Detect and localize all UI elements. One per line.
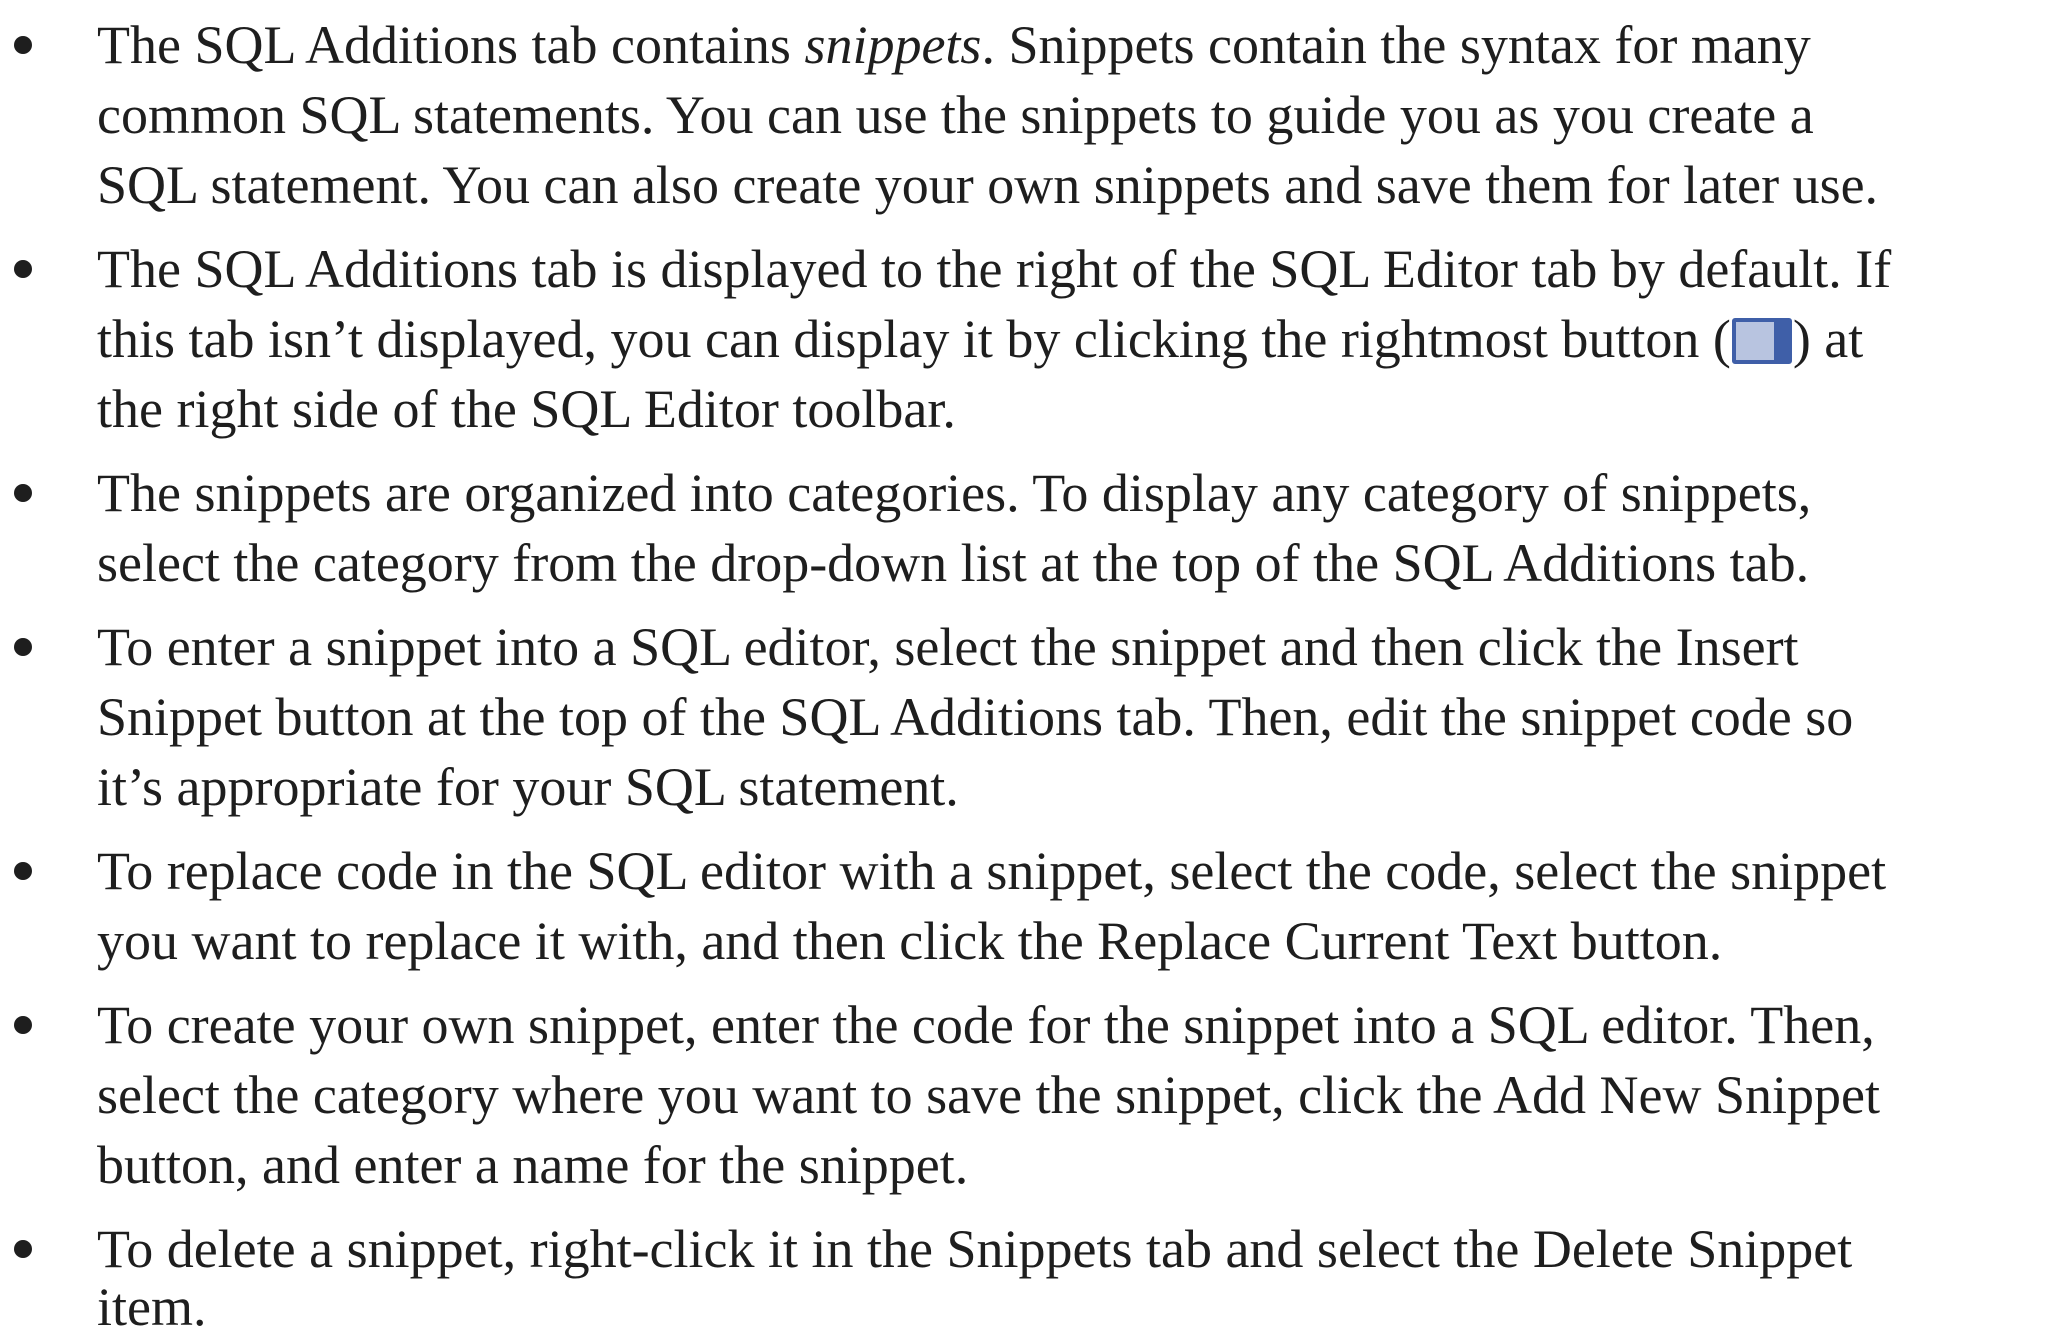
text-line: The SQL Additions tab is displayed to th… xyxy=(97,239,1892,299)
text-line: SQL statement. You can also create your … xyxy=(97,155,1879,215)
text-line: the right side of the SQL Editor toolbar… xyxy=(97,379,956,439)
bullet-point xyxy=(14,36,32,54)
bullet-point xyxy=(14,1016,32,1034)
text-line: Snippet button at the top of the SQL Add… xyxy=(97,687,1854,747)
text-line: it’s appropriate for your SQL statement. xyxy=(97,757,959,817)
text-line: To delete a snippet, right-click it in t… xyxy=(97,1219,1853,1279)
text-line: To replace code in the SQL editor with a… xyxy=(97,841,1887,901)
text-line: To enter a snippet into a SQL editor, se… xyxy=(97,617,1799,677)
text-line: select the category where you want to sa… xyxy=(97,1065,1880,1125)
text-line: select the category from the drop-down l… xyxy=(97,533,1810,593)
bullet-point xyxy=(14,260,32,278)
bullet-point xyxy=(14,638,32,656)
bullet-point xyxy=(14,1240,32,1258)
text-line: To create your own snippet, enter the co… xyxy=(97,995,1875,1055)
bullet-point xyxy=(14,862,32,880)
text-line: item. xyxy=(97,1277,207,1337)
bullet-point xyxy=(14,484,32,502)
toggle-sidebar-panel-icon xyxy=(1731,318,1792,364)
text-line: you want to replace it with, and then cl… xyxy=(97,911,1723,971)
text-line: The SQL Additions tab contains snippets.… xyxy=(97,15,1811,75)
text-line: common SQL statements. You can use the s… xyxy=(97,85,1814,145)
text-line: The snippets are organized into categori… xyxy=(97,463,1812,523)
text-line: button, and enter a name for the snippet… xyxy=(97,1135,969,1195)
text-line: this tab isn’t displayed, you can displa… xyxy=(97,309,1864,369)
